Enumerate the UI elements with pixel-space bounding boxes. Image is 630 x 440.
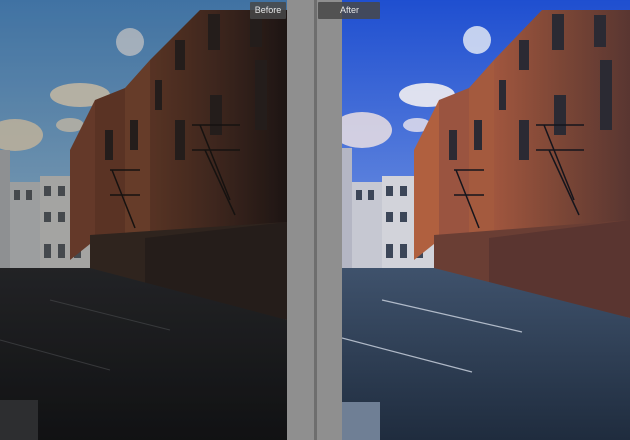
split-divider-handle[interactable] [314,0,317,440]
before-image-pane[interactable] [0,0,287,440]
after-label: After [318,2,380,19]
before-label: Before [250,2,286,19]
split-divider[interactable] [287,0,342,440]
after-photo [342,0,630,440]
before-after-compare-view: Before After [0,0,630,440]
after-image-pane[interactable] [342,0,630,440]
before-photo [0,0,287,440]
